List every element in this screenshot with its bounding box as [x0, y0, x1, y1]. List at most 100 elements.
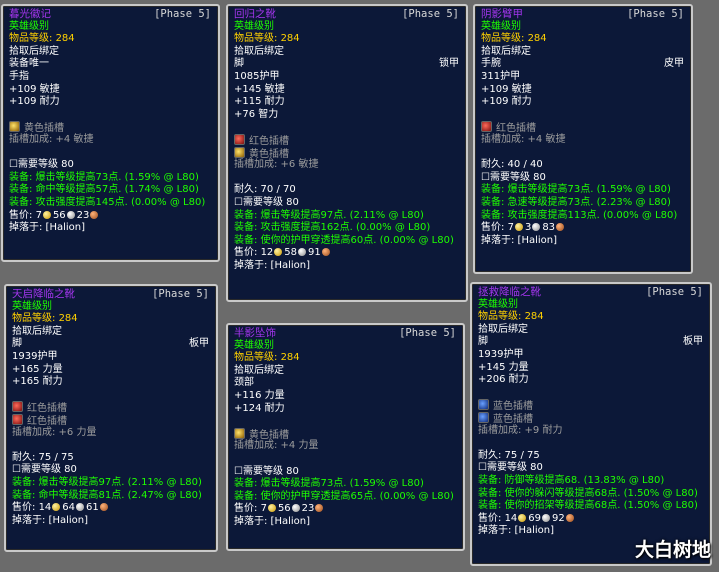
line-text: 插槽加成: +6 敏捷	[234, 159, 319, 171]
item-level-value: 284	[58, 313, 78, 325]
line-text: +109 敏捷	[9, 83, 60, 95]
gold-coin-icon	[274, 248, 283, 257]
line-text: 插槽加成: +9 耐力	[478, 424, 563, 436]
line-text: 需要等级 80	[17, 159, 74, 171]
tooltip-line: 耐久: 75 / 75	[12, 452, 211, 465]
line-text: 黄色插槽	[249, 148, 289, 160]
price-copper: 23	[76, 209, 90, 221]
line-text: +124 耐力	[234, 402, 285, 414]
item-name[interactable]: 回归之靴	[234, 8, 276, 20]
price-copper: 91	[308, 247, 321, 259]
line-text: 掉落于: [Halion]	[481, 234, 558, 246]
tooltip-line: 装备: 爆击等级提高73点. (1.59% @ L80)	[9, 172, 213, 185]
line-text: 英雄级别	[478, 298, 518, 310]
tooltip-line: +124 耐力	[234, 403, 458, 416]
line-text: 拾取后绑定	[12, 325, 62, 337]
line-text: 装备: 爆击等级提高73点. (1.59% @ L80)	[9, 171, 199, 183]
silver-coin-icon	[532, 223, 541, 232]
tooltip-line: 物品等级: 284	[481, 33, 686, 46]
item-level-value: 284	[55, 33, 75, 45]
red-socket-icon	[12, 401, 23, 413]
line-text: 1939护甲	[478, 348, 524, 360]
line-text: 脚	[478, 336, 488, 348]
item-name[interactable]: 阴影臂甲	[481, 8, 523, 20]
tooltip-card-6: 拯救降临之靴 [Phase 5] 英雄级别 物品等级: 284 拾取后绑定脚 板甲 1939…	[470, 282, 712, 566]
tooltip-line: 颈部	[234, 377, 458, 390]
card-header: 回归之靴 [Phase 5]	[234, 8, 461, 21]
line-text: 耐久: 70 / 70	[234, 184, 296, 196]
price-copper: 23	[301, 503, 315, 515]
sell-price: 售价: 14 64 61	[12, 502, 211, 515]
line-text: 拾取后绑定	[478, 323, 528, 335]
blue-socket-icon	[478, 399, 489, 411]
line-text: 装备: 攻击强度提高162点. (0.00% @ L80)	[234, 222, 431, 234]
tooltip-line: ☐需要等级 80	[234, 197, 461, 210]
line-text: 需要等级 80	[489, 171, 546, 183]
phase-label: [Phase 5]	[646, 286, 703, 298]
tooltip-line: 插槽加成: +4 力量	[234, 440, 458, 453]
tooltip-line: 物品等级: 284	[234, 352, 458, 365]
red-socket-icon	[12, 413, 23, 425]
tooltip-line: 装备: 使你的躲闪等级提高68点. (1.50% @ L80)	[478, 488, 705, 501]
blue-socket-icon	[478, 411, 489, 423]
tooltip-line: 物品等级: 284	[12, 313, 211, 326]
tooltip-line: 1085护甲	[234, 71, 461, 84]
price-silver: 58	[284, 247, 298, 259]
tooltip-line: 物品等级: 284	[234, 33, 461, 46]
line-text: 装备: 使你的护甲穿透提高60点. (0.00% @ L80)	[234, 234, 454, 246]
tooltip-line: +165 力量	[12, 364, 211, 377]
item-name[interactable]: 半影坠饰	[234, 327, 276, 339]
tooltip-card-1: 暮光徽记 [Phase 5] 英雄级别 物品等级: 284 拾取后绑定 装备唯一 手指 +10…	[1, 4, 220, 262]
tooltip-line: 掉落于: [Halion]	[234, 516, 458, 529]
line-text: 拾取后绑定	[481, 45, 531, 57]
silver-coin-icon	[298, 248, 307, 257]
line-text: 装备: 使你的躲闪等级提高68点. (1.50% @ L80)	[478, 487, 698, 499]
item-name[interactable]: 天启降临之靴	[12, 288, 75, 300]
tooltip-line: 脚 锁甲	[234, 58, 461, 71]
tooltip-line: 英雄级别	[9, 21, 213, 34]
price-gold: 14	[504, 512, 518, 524]
copper-coin-icon	[556, 223, 565, 232]
price-gold: 7	[35, 209, 42, 221]
tooltip-line: 物品等级: 284	[478, 311, 705, 324]
item-name[interactable]: 拯救降临之靴	[478, 286, 541, 298]
price-silver: 56	[277, 503, 291, 515]
gold-coin-icon	[514, 223, 523, 232]
line-text: +109 敏捷	[481, 83, 532, 95]
item-name[interactable]: 暮光徽记	[9, 8, 51, 20]
phase-label: [Phase 5]	[627, 8, 684, 20]
line-text: 装备: 急速等级提高73点. (2.23% @ L80)	[481, 196, 671, 208]
price-gold: 14	[38, 502, 52, 514]
tooltip-line: 耐久: 75 / 75	[478, 450, 705, 463]
card-header: 阴影臂甲 [Phase 5]	[481, 8, 686, 21]
line-text: 拾取后绑定	[234, 45, 284, 57]
line-text: 耐久: 75 / 75	[12, 451, 74, 463]
tooltip-line: 蓝色插槽	[478, 399, 705, 412]
line-text: 拾取后绑定	[9, 45, 59, 57]
line-text: 1939护甲	[12, 350, 58, 362]
line-text: 红色插槽	[496, 123, 536, 135]
line-text: 手指	[9, 70, 29, 82]
line-text: 物品等级:	[9, 33, 56, 45]
line-text: 需要等级 80	[242, 196, 299, 208]
line-text: 物品等级:	[234, 352, 281, 364]
checkbox-icon: ☐	[9, 159, 18, 171]
tooltip-line: 装备: 命中等级提高81点. (2.47% @ L80)	[12, 490, 211, 503]
item-level-value: 284	[524, 311, 544, 323]
tooltip-line: 黄色插槽	[234, 146, 461, 160]
sell-price: 售价: 7 56 23	[9, 210, 213, 223]
line-text: 物品等级:	[481, 33, 528, 45]
line-text: +165 力量	[12, 363, 63, 375]
tooltip-line: 掉落于: [Halion]	[12, 515, 211, 528]
line-text: 拾取后绑定	[234, 364, 284, 376]
line-text: 物品等级:	[478, 311, 525, 323]
line-text: 1085护甲	[234, 70, 280, 82]
tooltip-line: 脚 板甲	[12, 338, 211, 351]
tooltip-line: 1939护甲	[478, 349, 705, 362]
line-text: 英雄级别	[481, 20, 521, 32]
tooltip-line: 黄色插槽	[9, 121, 213, 134]
gold-coin-icon	[267, 504, 276, 513]
